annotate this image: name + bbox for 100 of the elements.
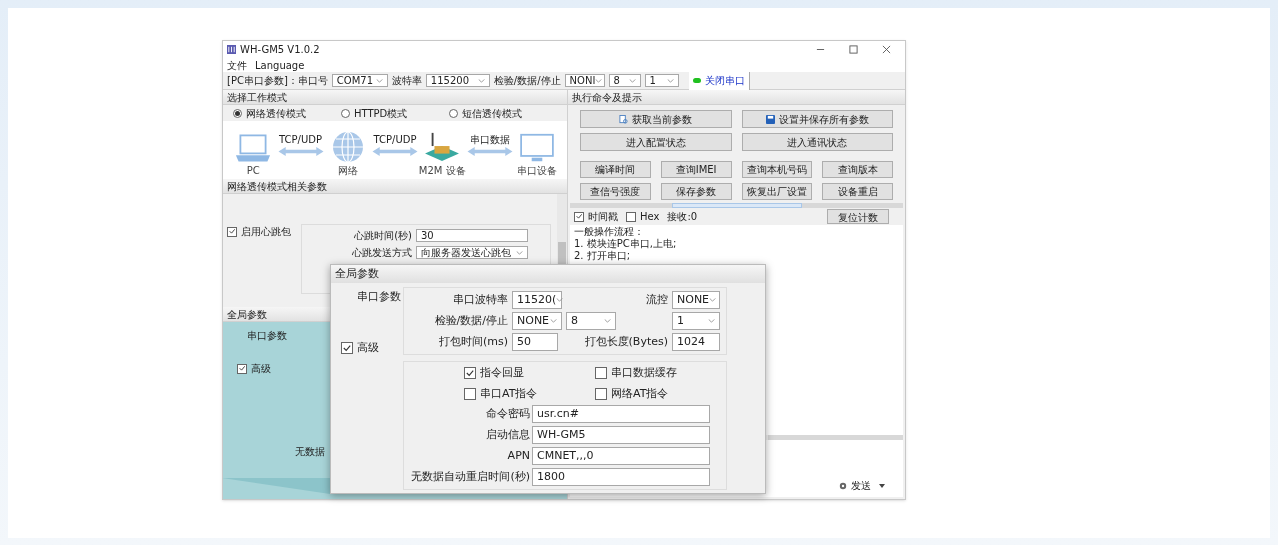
checkbox[interactable] — [227, 226, 237, 237]
mode-radio[interactable]: 短信透传模式 — [449, 105, 557, 121]
input-field[interactable]: usr.cn# — [532, 405, 710, 423]
double-arrow-icon — [466, 147, 513, 156]
command-button[interactable]: 进入通讯状态 — [741, 133, 893, 151]
group-label: 串口参数 — [247, 329, 287, 343]
node-label: M2M 设备 — [418, 164, 466, 178]
command-button[interactable]: 查信号强度 — [580, 183, 651, 200]
document-search-icon — [619, 114, 629, 124]
checkbox[interactable] — [574, 211, 584, 222]
check-icon — [228, 228, 236, 235]
double-arrow-icon — [277, 147, 324, 156]
field-label: 流控 — [645, 291, 668, 308]
laptop-icon — [235, 133, 272, 163]
option-checkbox[interactable]: 指令回显 — [464, 365, 595, 382]
window-title: WH-GM5 V1.0.2 — [240, 43, 320, 57]
option-checkbox[interactable]: 串口数据缓存 — [595, 365, 726, 382]
field-label: 检验/数据/停止 — [493, 74, 561, 88]
input-field[interactable]: 1024 — [672, 333, 720, 351]
dropdown[interactable]: 1 — [672, 312, 720, 330]
menu-item[interactable]: Language — [255, 57, 305, 73]
node-label: 串口设备 — [516, 164, 557, 178]
option-checkbox[interactable]: 串口AT指令 — [464, 385, 595, 402]
input-field[interactable]: 1800 — [532, 468, 710, 486]
checkbox[interactable] — [626, 211, 636, 222]
section-header: 执行命令及提示 — [568, 90, 905, 105]
link-label: TCP/UDP — [373, 133, 417, 147]
send-button[interactable]: 发送 — [835, 478, 889, 493]
command-button[interactable]: 恢复出厂设置 — [741, 183, 813, 200]
command-button[interactable]: 进入配置状态 — [580, 133, 732, 151]
input-field[interactable]: WH-GM5 — [532, 426, 710, 444]
field-label: 打包长度(Bytes) — [583, 333, 668, 350]
field-label: 串口波特率 — [452, 291, 508, 308]
field-label: 无数据 — [295, 445, 325, 459]
advanced-checkbox[interactable]: 高级 — [237, 361, 271, 376]
chevron-down-icon — [556, 298, 564, 302]
command-button[interactable]: 编译时间 — [580, 161, 651, 178]
chevron-down-icon — [477, 78, 485, 83]
menu-item[interactable]: 文件 — [227, 57, 247, 73]
node-label: 网络 — [337, 164, 358, 178]
dropdown[interactable]: NONE — [512, 312, 562, 330]
check-icon — [238, 365, 246, 372]
close-icon[interactable] — [882, 45, 891, 54]
command-button[interactable]: 保存参数 — [660, 183, 732, 200]
group-label: 串口参数 — [357, 289, 401, 305]
globe-icon — [331, 131, 364, 163]
chevron-down-icon — [604, 319, 611, 323]
checkbox[interactable] — [595, 387, 607, 400]
chevron-down-icon — [708, 319, 715, 323]
command-button[interactable]: 获取当前参数 — [580, 110, 732, 128]
maximize-icon[interactable] — [849, 45, 858, 54]
timestamp-checkbox[interactable]: 时间戳 — [574, 209, 618, 224]
chevron-down-icon — [666, 78, 674, 83]
link-label: TCP/UDP — [279, 133, 322, 147]
field-label: [PC串口参数]：串口号 — [227, 74, 328, 88]
reset-count-button[interactable]: 复位计数 — [827, 209, 889, 224]
checkbox[interactable] — [595, 367, 607, 380]
check-icon — [466, 369, 474, 378]
field-label: 心跳时间(秒) — [353, 229, 412, 243]
field-label: 波特率 — [391, 74, 422, 88]
field-label: 命令密码 — [485, 405, 530, 422]
modem-device-icon — [423, 131, 462, 163]
dropdown[interactable]: 115200 — [425, 74, 490, 87]
dropdown[interactable]: 1 — [644, 74, 679, 87]
option-checkbox[interactable]: 网络AT指令 — [595, 385, 726, 402]
dropdown[interactable]: COM71 — [331, 74, 388, 87]
dropdown[interactable]: 向服务器发送心跳包 — [416, 246, 528, 259]
mode-radio[interactable]: HTTPD模式 — [341, 105, 449, 121]
checkbox[interactable] — [341, 341, 353, 354]
receive-count: 接收:0 — [667, 210, 698, 224]
checkbox[interactable] — [237, 363, 247, 374]
checkbox[interactable] — [464, 387, 476, 400]
mode-radio[interactable]: 网络透传模式 — [233, 105, 341, 121]
advanced-checkbox[interactable]: 高级 — [341, 339, 379, 356]
chevron-down-icon — [595, 78, 603, 83]
input-field[interactable]: 30 — [416, 229, 528, 242]
dropdown[interactable]: 11520( — [512, 291, 562, 309]
heartbeat-checkbox[interactable]: 启用心跳包 — [227, 224, 291, 239]
check-icon — [575, 213, 583, 220]
command-button[interactable]: 查询IMEI — [660, 161, 732, 178]
double-arrow-icon — [372, 147, 418, 156]
command-button[interactable]: 设置并保存所有参数 — [741, 110, 893, 128]
hex-checkbox[interactable]: Hex — [626, 209, 660, 224]
node-label: PC — [246, 164, 260, 178]
checkbox[interactable] — [464, 367, 476, 380]
input-field[interactable]: 50 — [512, 333, 558, 351]
command-button[interactable]: 设备重启 — [822, 183, 893, 200]
command-button[interactable]: 查询版本 — [822, 161, 893, 178]
dropdown[interactable]: 8 — [608, 74, 641, 87]
log-line: 一般操作流程： — [574, 226, 645, 238]
dropdown[interactable]: NONI — [564, 74, 605, 87]
monitor-icon — [518, 133, 555, 163]
chevron-down-icon — [375, 78, 383, 83]
dropdown[interactable]: NONE — [672, 291, 720, 309]
log-line: 1. 模块连PC串口,上电; — [574, 238, 678, 250]
section-header: 选择工作模式 — [223, 90, 567, 105]
input-field[interactable]: CMNET,,,0 — [532, 447, 710, 465]
dropdown[interactable]: 8 — [566, 312, 616, 330]
command-button[interactable]: 查询本机号码 — [741, 161, 813, 178]
section-header: 全局参数 — [331, 265, 765, 283]
